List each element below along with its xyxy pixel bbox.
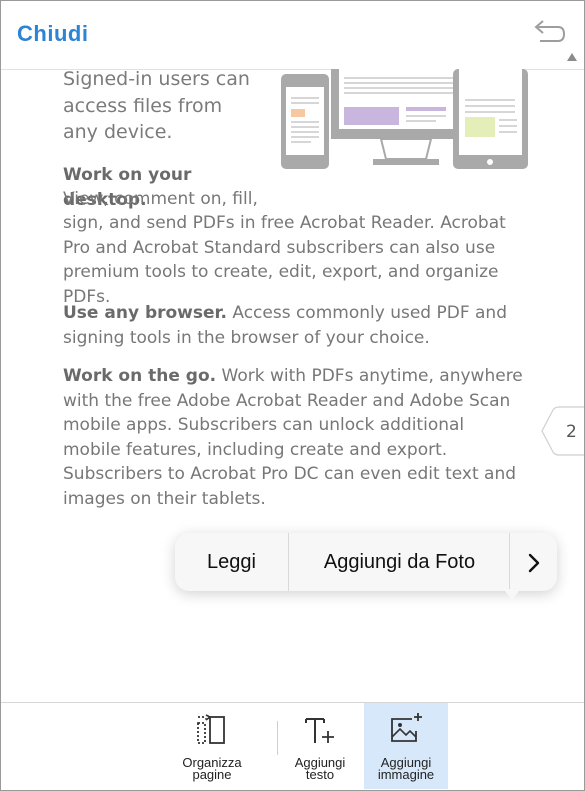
organize-pages-label: Organizza pagine [182, 755, 242, 782]
section-desktop-body: sign, and send PDFs in free Acrobat Read… [63, 213, 506, 307]
add-text-label: Aggiungi testo [294, 755, 346, 782]
section-mobile-body: Work with PDFs anytime, anywhere with th… [63, 366, 523, 509]
bottom-toolbar: Organizza pagine Aggiungi testo Aggiungi… [1, 702, 584, 790]
context-menu-pointer [504, 589, 520, 601]
organize-pages-button[interactable]: Organizza pagine [169, 703, 255, 789]
context-read-button[interactable]: Leggi [175, 533, 288, 591]
add-image-button[interactable]: Aggiungi immagine [364, 703, 448, 789]
chevron-right-icon [528, 553, 540, 572]
section-mobile: Work on the go. Work with PDFs anytime, … [63, 364, 523, 511]
section-browser-heading: Use any browser. [63, 303, 227, 323]
pdf-page[interactable]: Signed-in users can access files from an… [1, 69, 584, 701]
header-bar: Chiudi [1, 1, 584, 70]
add-text-button[interactable]: Aggiungi testo [277, 703, 363, 789]
context-menu: Leggi Aggiungi da Foto [175, 533, 557, 591]
intro-text: Signed-in users can access files from an… [63, 69, 250, 143]
add-image-icon [391, 713, 422, 742]
app-window: Chiudi Signed-in users can access files … [0, 0, 585, 791]
page-number: 2 [566, 422, 577, 442]
close-button[interactable]: Chiudi [17, 21, 88, 47]
context-add-from-photo-button[interactable]: Aggiungi da Foto [288, 533, 510, 591]
section-desktop-line1: View, comment on, fill, [63, 189, 258, 209]
organize-pages-icon [197, 714, 225, 744]
add-image-label: Aggiungi immagine [377, 755, 435, 782]
section-mobile-heading: Work on the go. [63, 366, 217, 386]
section-browser: Use any browser. Access commonly used PD… [63, 301, 523, 350]
undo-icon[interactable] [532, 19, 566, 47]
page-indicator-tab[interactable] [541, 406, 584, 456]
context-more-button[interactable] [509, 533, 558, 591]
add-text-icon [305, 718, 334, 743]
devices-illustration [281, 69, 528, 169]
resize-handle-icon [567, 53, 577, 61]
